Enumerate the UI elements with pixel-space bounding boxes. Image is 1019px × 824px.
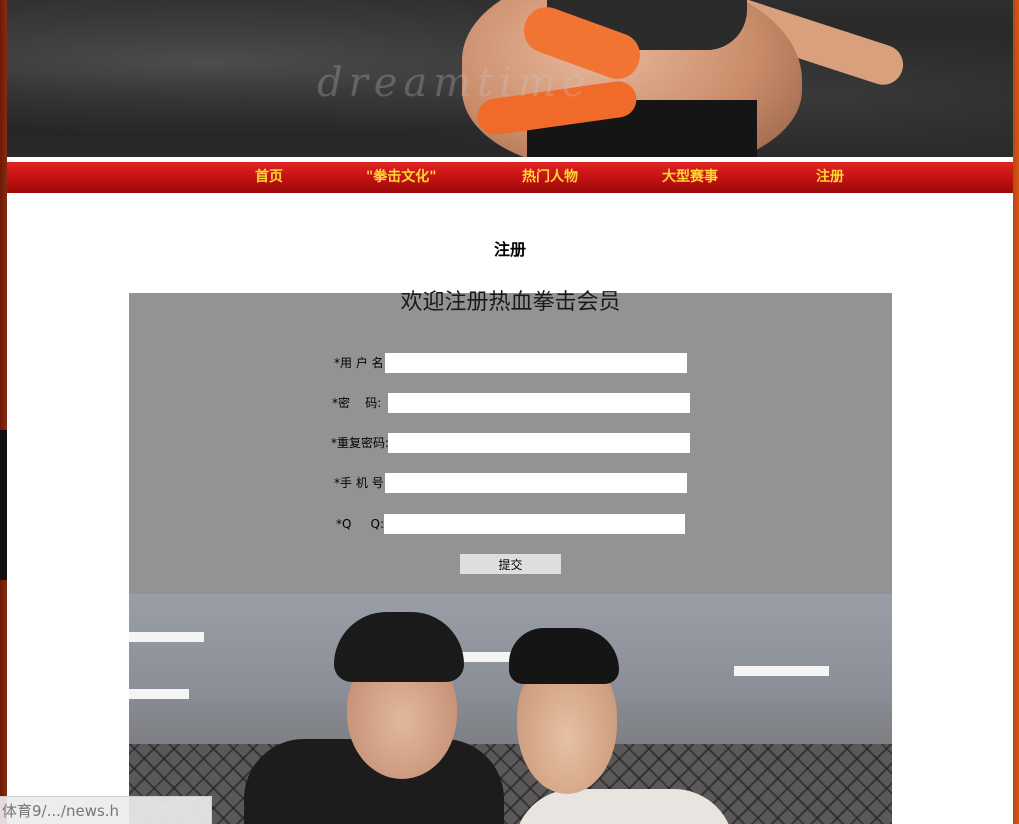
password-input[interactable] xyxy=(388,393,690,413)
nav-popular-people[interactable]: 热门人物 xyxy=(522,162,578,193)
qq-label: *Q Q: xyxy=(336,517,385,531)
page-container: dreamtime 首页 "拳击文化" 热门人物 大型赛事 注册 注册 欢迎注册… xyxy=(7,0,1013,824)
photo-ceiling-light xyxy=(734,666,829,676)
nav-major-events[interactable]: 大型赛事 xyxy=(662,162,718,193)
nav-register[interactable]: 注册 xyxy=(816,162,844,193)
header-banner: dreamtime xyxy=(7,0,1013,157)
nav-boxing-culture[interactable]: "拳击文化" xyxy=(366,162,437,193)
boxers-photo xyxy=(129,594,892,824)
registration-form: 欢迎注册热血拳击会员 *用 户 名: *密 码: *重复密码: *手 机 号: … xyxy=(129,290,892,594)
nav-home[interactable]: 首页 xyxy=(255,162,283,193)
photo-ceiling-light xyxy=(129,632,204,642)
background-edge xyxy=(0,430,7,580)
form-title: 欢迎注册热血拳击会员 xyxy=(400,290,621,315)
photo-hair xyxy=(509,628,619,684)
username-input[interactable] xyxy=(385,353,687,373)
photo-cap xyxy=(334,612,464,682)
status-bar-url: 体育9/.../news.h xyxy=(0,796,212,824)
phone-label: *手 机 号: xyxy=(334,476,388,490)
phone-input[interactable] xyxy=(385,473,687,493)
confirm-password-label: *重复密码: xyxy=(331,436,390,450)
password-label: *密 码: xyxy=(332,396,382,410)
banner-watermark: dreamtime xyxy=(317,60,592,106)
main-nav: 首页 "拳击文化" 热门人物 大型赛事 注册 xyxy=(7,162,1013,193)
page-title: 注册 xyxy=(493,240,526,259)
confirm-password-input[interactable] xyxy=(388,433,690,453)
submit-button[interactable]: 提交 xyxy=(460,554,561,574)
photo-ceiling-light xyxy=(129,689,189,699)
username-label: *用 户 名: xyxy=(334,356,388,370)
qq-input[interactable] xyxy=(384,514,685,534)
